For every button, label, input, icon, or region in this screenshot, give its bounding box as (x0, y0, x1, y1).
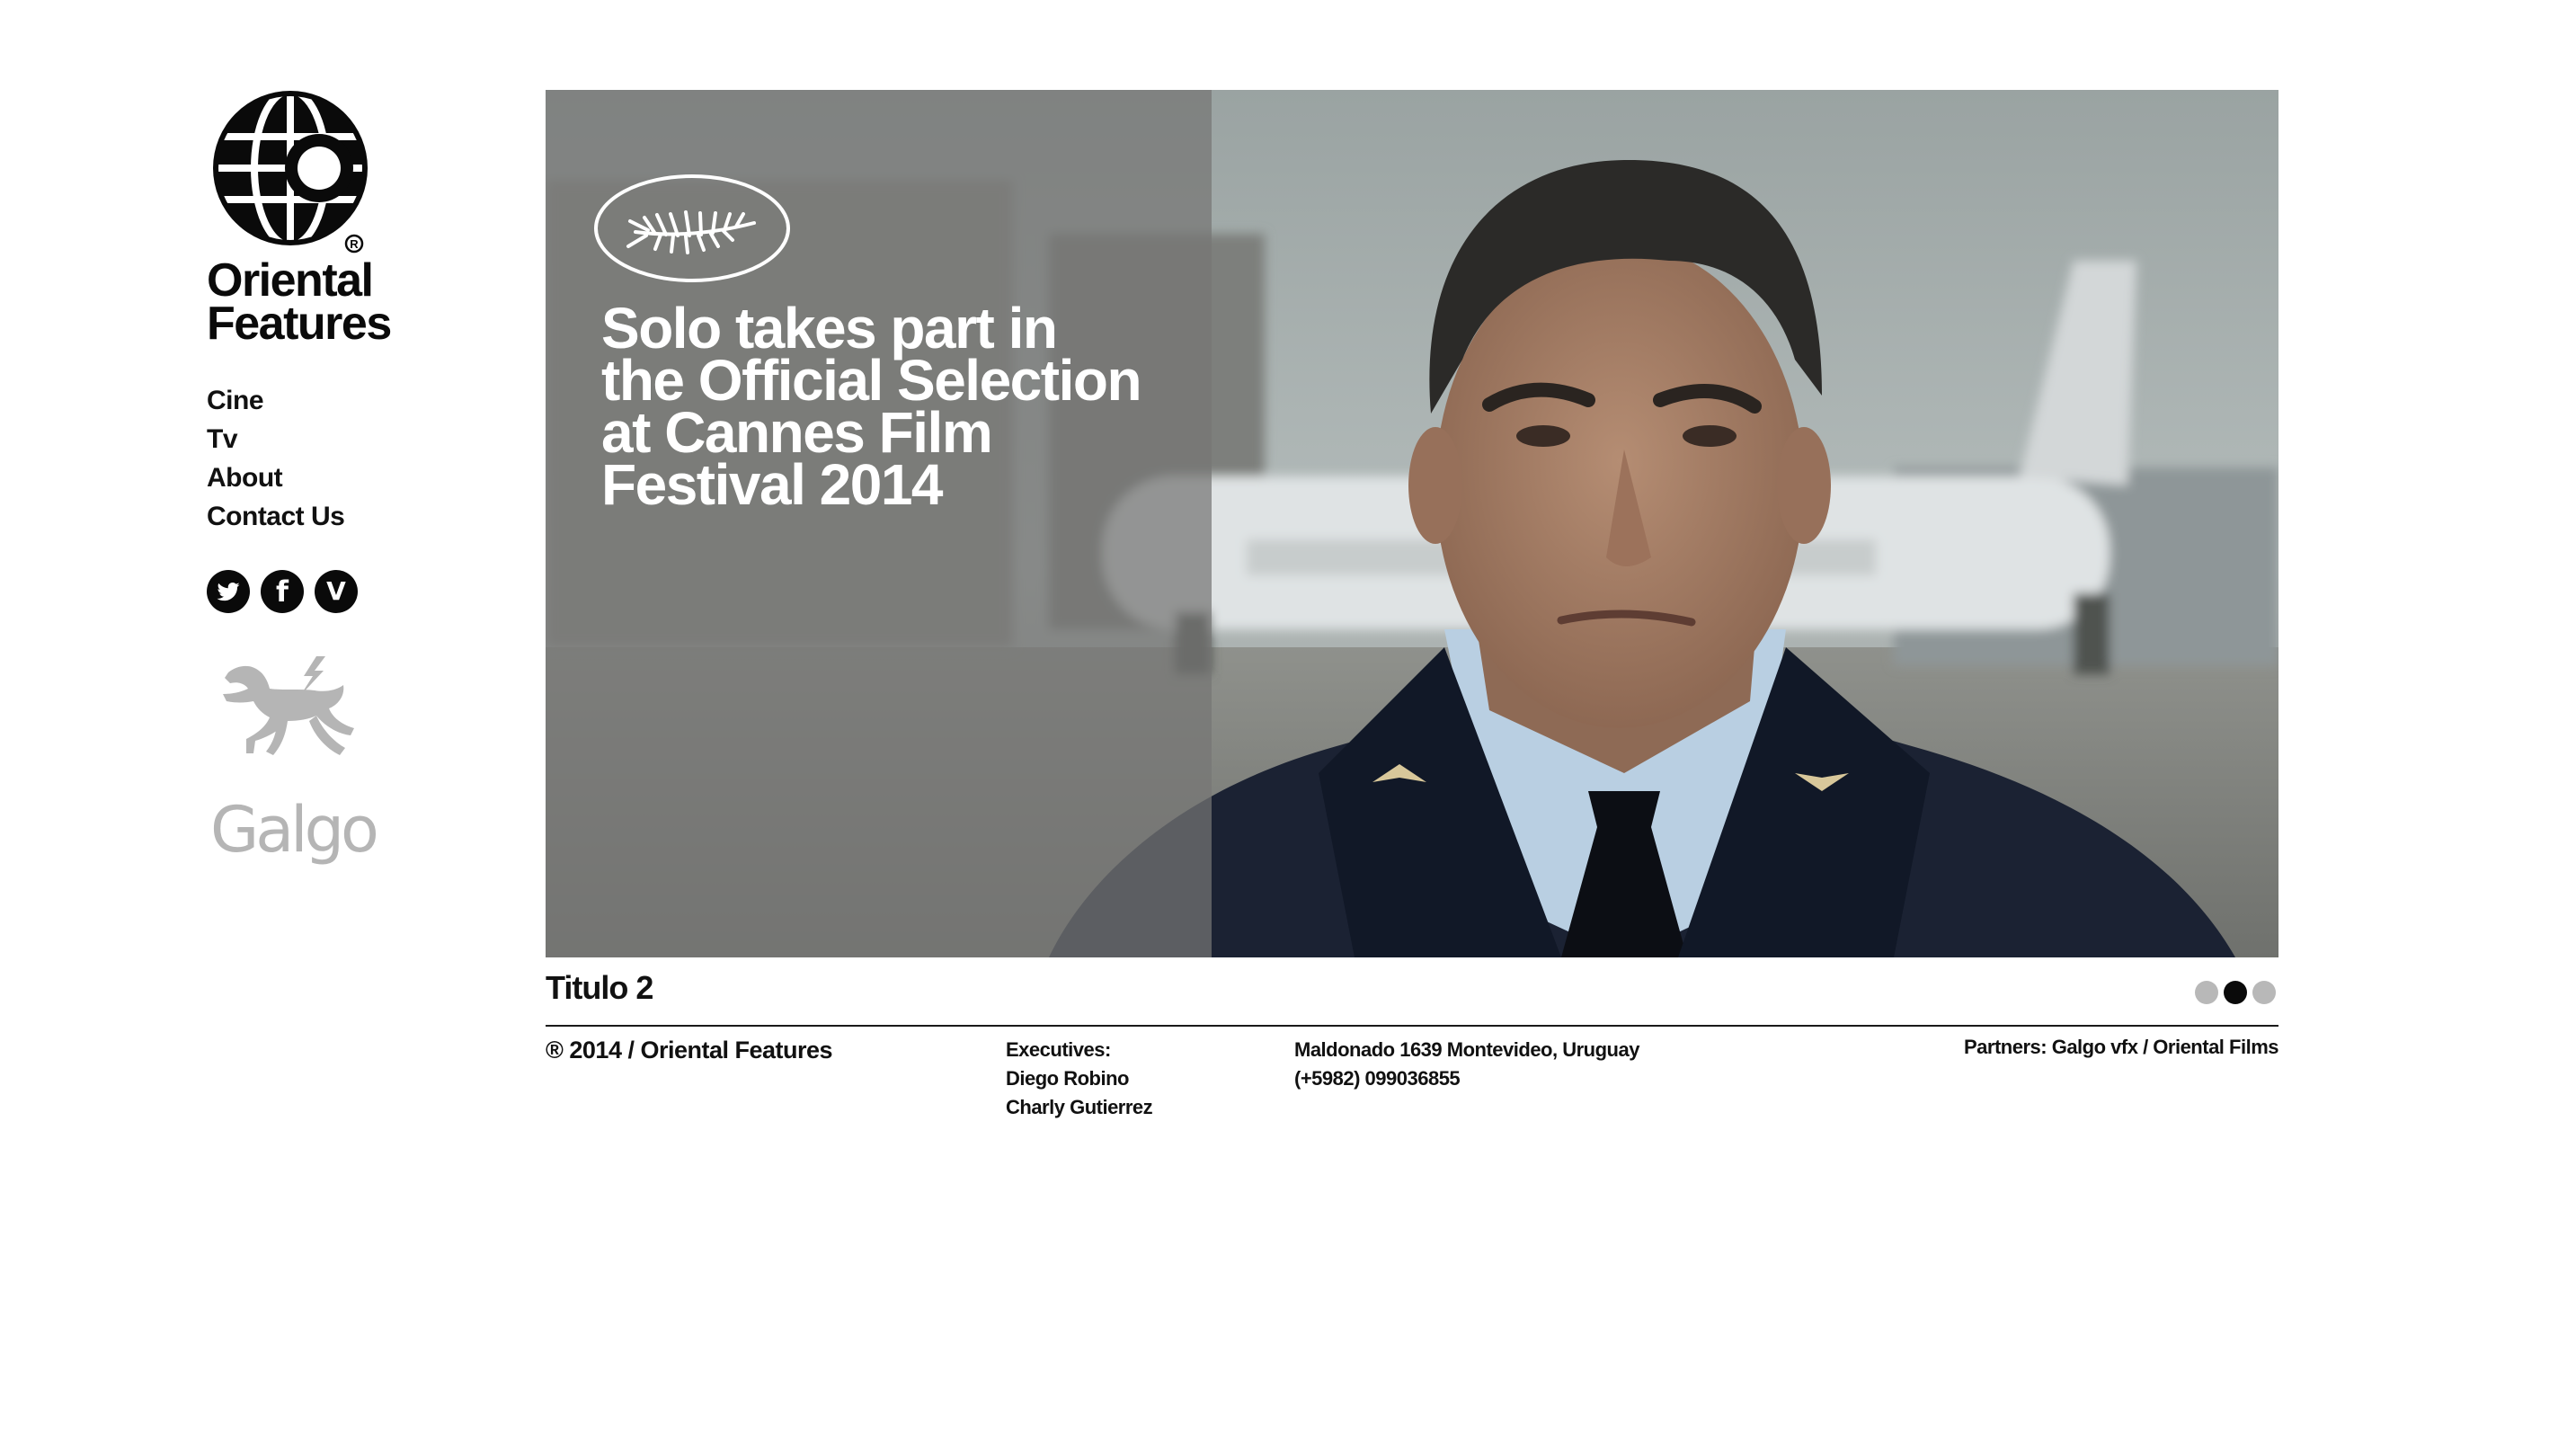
contact-block: Maldonado 1639 Montevideo, Uruguay (+598… (1294, 1036, 1639, 1093)
executive-name: Diego Robino (1006, 1067, 1129, 1090)
globe-logo-icon: R (213, 91, 368, 254)
headline-overlay-panel: Solo takes part in the Official Selectio… (546, 90, 1212, 957)
galgo-wordmark: Galgo (210, 793, 379, 867)
main-nav: Cine Tv About Contact Us (207, 381, 476, 536)
brand-name: Oriental Features (207, 254, 476, 350)
slider-pagination (2195, 981, 2276, 1004)
headline-line-1: Solo takes part in (601, 296, 1058, 360)
address-text: Maldonado 1639 Montevideo, Uruguay (1294, 1038, 1639, 1061)
executives-block: Executives: Diego Robino Charly Gutierre… (1006, 1036, 1153, 1122)
nav-item-about[interactable]: About (207, 458, 476, 497)
slider-dot-1[interactable] (2195, 981, 2218, 1004)
home-logo-link[interactable]: R Oriental Features (207, 85, 476, 350)
phone-text: (+5982) 099036855 (1294, 1067, 1461, 1090)
twitter-bird-glyph (217, 583, 240, 601)
twitter-icon[interactable] (207, 570, 250, 613)
nav-item-cine[interactable]: Cine (207, 381, 476, 420)
sidebar: R Oriental Features Cine Tv About Contac… (207, 85, 476, 867)
copyright-text: ® 2014 / Oriental Features (546, 1037, 833, 1064)
footer-divider (546, 1025, 2278, 1027)
vimeo-glyph: V (326, 576, 346, 606)
nav-item-contact-us[interactable]: Contact Us (207, 497, 476, 536)
svg-text:R: R (350, 237, 359, 251)
cannes-palm-icon (594, 174, 790, 282)
executives-label: Executives: (1006, 1038, 1111, 1061)
slide-headline: Solo takes part in the Official Selectio… (601, 296, 1195, 517)
galgo-partner-link[interactable]: Galgo (207, 654, 476, 867)
executive-name: Charly Gutierrez (1006, 1096, 1153, 1118)
galgo-horse-icon (223, 656, 354, 755)
brand-line-2: Features (207, 298, 392, 350)
facebook-icon[interactable]: f (261, 570, 304, 613)
social-links: f V (207, 570, 476, 613)
vimeo-icon[interactable]: V (315, 570, 358, 613)
slider-dot-2[interactable] (2224, 981, 2247, 1004)
slider-dot-3[interactable] (2252, 981, 2276, 1004)
headline-line-2: the Official Selection (601, 348, 1142, 413)
headline-line-4: Festival 2014 (601, 452, 944, 517)
slide-caption: Titulo 2 (546, 969, 653, 1006)
partners-text: Partners: Galgo vfx / Oriental Films (1964, 1036, 2279, 1058)
nav-item-tv[interactable]: Tv (207, 420, 476, 458)
hero-slider[interactable]: Solo takes part in the Official Selectio… (546, 90, 2278, 957)
brand-line-1: Oriental (207, 254, 374, 307)
headline-line-3: at Cannes Film (601, 400, 993, 465)
facebook-glyph: f (276, 574, 289, 609)
